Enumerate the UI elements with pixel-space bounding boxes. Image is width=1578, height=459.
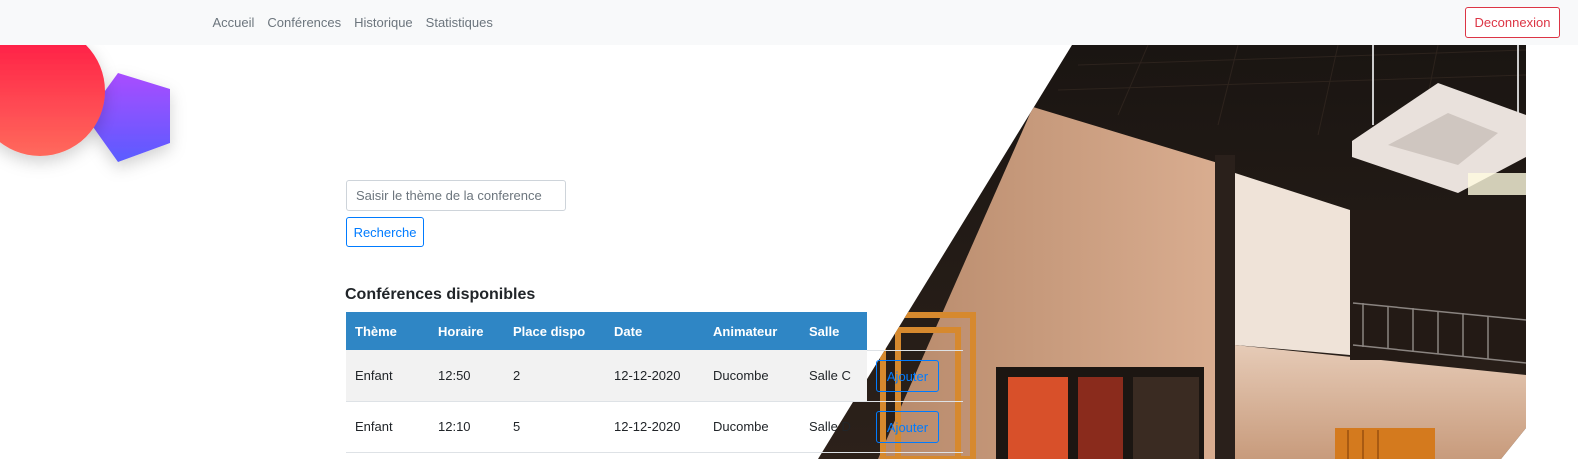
table-row: Enfant 12:10 5 12-12-2020 Ducombe Salle … xyxy=(346,401,867,452)
nav-link-accueil[interactable]: Accueil xyxy=(206,15,261,30)
header-place-dispo: Place dispo xyxy=(513,323,586,339)
header-theme: Thème xyxy=(355,323,397,339)
nav-link-statistiques[interactable]: Statistiques xyxy=(419,15,499,30)
top-navbar: Accueil Conférences Historique Statistiq… xyxy=(0,0,1578,45)
cell-animateur: Ducombe xyxy=(704,350,800,401)
cell-horaire: 12:50 xyxy=(429,350,504,401)
search-button[interactable]: Recherche xyxy=(346,217,424,247)
cell-place: 2 xyxy=(504,350,605,401)
header-date: Date xyxy=(614,323,643,339)
cell-date: 12-12-2020 xyxy=(605,350,704,401)
row-divider xyxy=(867,401,963,402)
row-divider xyxy=(867,350,963,351)
add-button[interactable]: Ajouter xyxy=(876,411,939,443)
cell-salle: Salle C xyxy=(800,350,867,401)
header-salle: Salle xyxy=(809,323,840,339)
cell-theme: Enfant xyxy=(355,419,393,434)
cell-animateur: Ducombe xyxy=(713,419,769,434)
conferences-table: Thème Horaire Place dispo Date Animateur… xyxy=(346,312,867,453)
section-title: Conférences disponibles xyxy=(345,286,536,303)
decorative-circle xyxy=(0,45,105,156)
cell-place: 5 xyxy=(513,419,521,434)
decorative-shapes xyxy=(0,45,170,162)
cell-date: 12-12-2020 xyxy=(614,419,681,434)
logout-button[interactable]: Deconnexion xyxy=(1465,7,1560,38)
cell-horaire: 12:10 xyxy=(438,419,471,434)
nav-links: Accueil Conférences Historique Statistiq… xyxy=(206,0,499,45)
search-input[interactable] xyxy=(346,180,566,211)
page: Accueil Conférences Historique Statistiq… xyxy=(0,0,1578,459)
cell-salle: Salle D xyxy=(809,419,851,434)
header-animateur: Animateur xyxy=(713,323,778,339)
nav-link-conferences[interactable]: Conférences xyxy=(261,15,348,30)
row-divider xyxy=(867,452,963,453)
header-horaire: Horaire xyxy=(438,323,484,339)
cell-theme: Enfant xyxy=(346,350,429,401)
add-button[interactable]: Ajouter xyxy=(876,360,939,392)
nav-link-historique[interactable]: Historique xyxy=(348,15,420,30)
table-row: Enfant 12:50 2 12-12-2020 Ducombe Salle … xyxy=(346,350,867,401)
conferences-table-wrap: Thème Horaire Place dispo Date Animateur… xyxy=(346,312,966,453)
table-header-row: Thème Horaire Place dispo Date Animateur… xyxy=(346,312,867,350)
